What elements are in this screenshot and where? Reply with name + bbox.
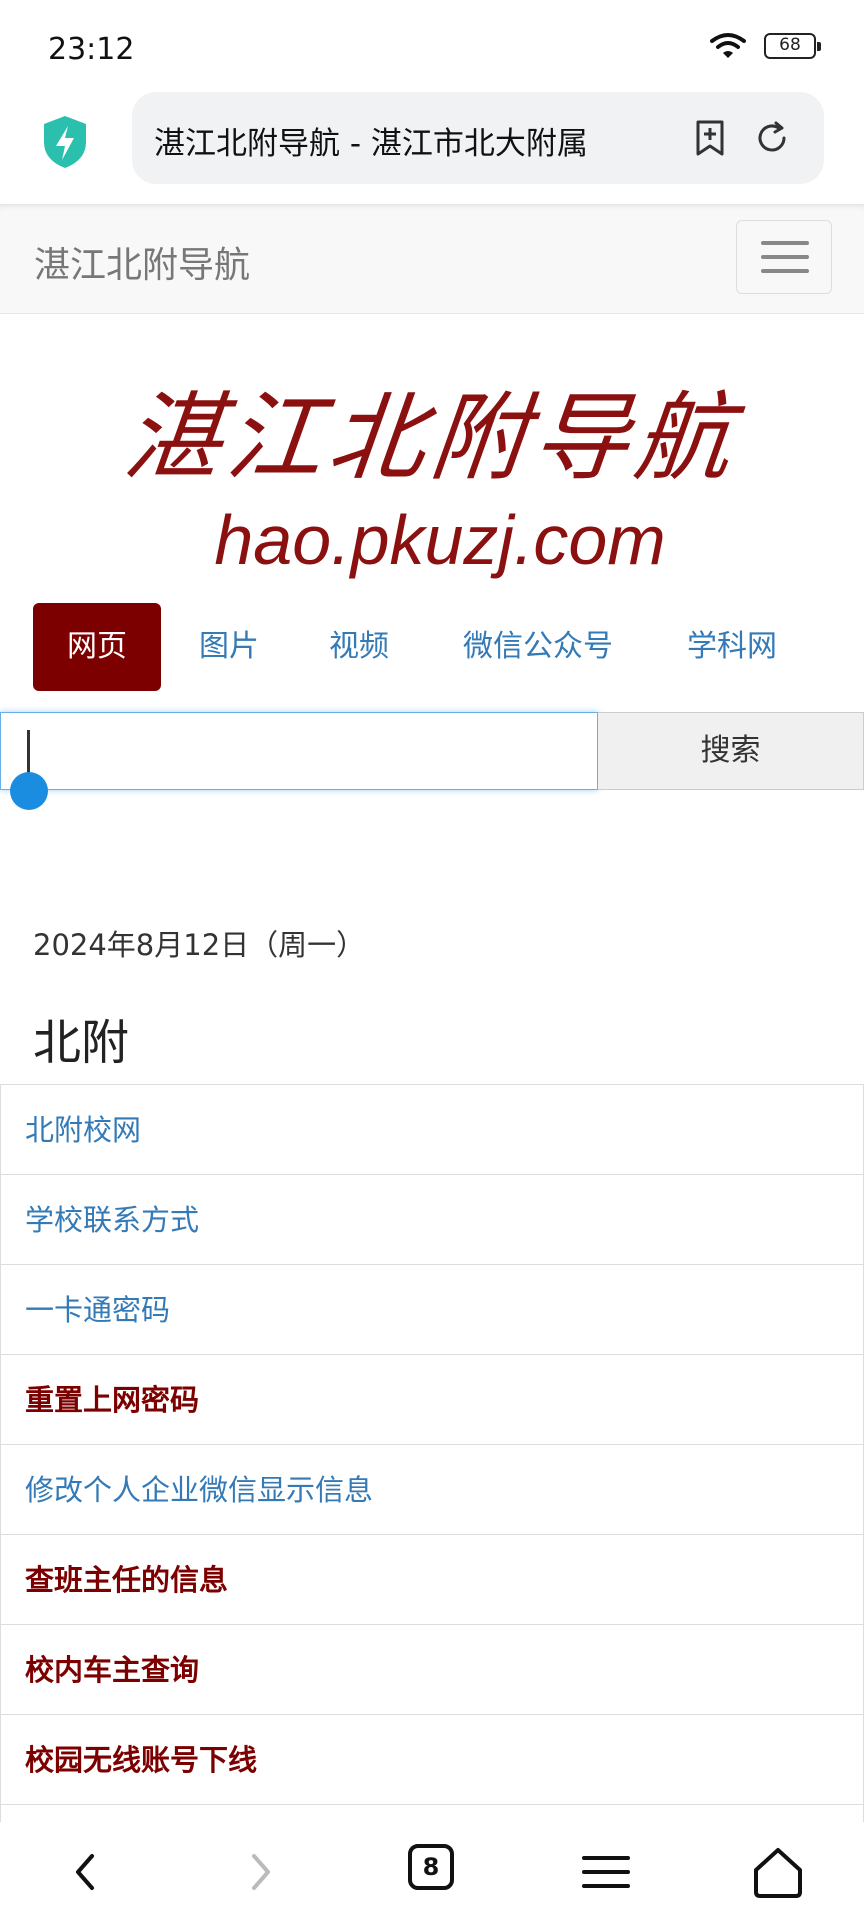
wifi-icon	[710, 32, 746, 60]
tabs-count-button[interactable]: 8	[408, 1844, 454, 1890]
tab-images[interactable]: 图片	[199, 603, 259, 691]
link-wifi-logout[interactable]: 校园无线账号下线	[0, 1715, 864, 1805]
tab-wechat-accounts[interactable]: 微信公众号	[463, 603, 613, 691]
link-school-website[interactable]: 北附校网	[0, 1085, 864, 1175]
address-bar[interactable]: 湛江北附导航 - 湛江市北大附属	[132, 92, 824, 184]
home-icon[interactable]	[748, 1842, 808, 1902]
reload-icon[interactable]	[752, 118, 792, 158]
link-edit-wechat-info[interactable]: 修改个人企业微信显示信息	[0, 1445, 864, 1535]
link-head-teacher-info[interactable]: 查班主任的信息	[0, 1535, 864, 1625]
tab-videos[interactable]: 视频	[329, 603, 389, 691]
link-car-owner-lookup[interactable]: 校内车主查询	[0, 1625, 864, 1715]
menu-icon[interactable]	[576, 1842, 636, 1902]
shield-icon[interactable]	[40, 114, 90, 170]
link-list: 北附校网 学校联系方式 一卡通密码 重置上网密码 修改个人企业微信显示信息 查班…	[0, 1084, 864, 1895]
forward-icon[interactable]	[230, 1842, 290, 1902]
menu-toggle-button[interactable]	[736, 220, 832, 294]
status-bar: 23:12 68	[0, 0, 864, 92]
text-cursor-handle[interactable]	[10, 772, 48, 810]
search-button[interactable]: 搜索	[598, 712, 864, 790]
browser-bottom-nav: 8	[0, 1822, 864, 1920]
date-text: 2024年8月12日（周一）	[33, 928, 366, 962]
tab-web[interactable]: 网页	[33, 603, 161, 691]
link-card-password[interactable]: 一卡通密码	[0, 1265, 864, 1355]
browser-toolbar: 湛江北附导航 - 湛江市北大附属	[0, 92, 864, 204]
hamburger-icon-line	[761, 269, 809, 273]
search-input[interactable]	[0, 712, 598, 790]
site-logo-title: 湛江北附导航	[119, 382, 743, 494]
tab-subject-site[interactable]: 学科网	[687, 603, 777, 691]
link-reset-network-password[interactable]: 重置上网密码	[0, 1355, 864, 1445]
site-brand[interactable]: 湛江北附导航	[34, 236, 250, 288]
bookmark-add-icon[interactable]	[690, 118, 730, 158]
site-navbar: 湛江北附导航	[0, 204, 864, 314]
status-time: 23:12	[48, 32, 135, 67]
hamburger-icon-line	[761, 255, 809, 259]
back-icon[interactable]	[56, 1842, 116, 1902]
text-caret	[27, 730, 30, 776]
page-title-url[interactable]: 湛江北附导航 - 湛江市北大附属	[154, 118, 674, 163]
battery-indicator: 68	[764, 33, 821, 59]
site-logo-url: hao.pkuzj.com	[214, 501, 666, 579]
section-title: 北附	[33, 1015, 130, 1071]
hamburger-icon	[761, 241, 809, 245]
link-school-contact[interactable]: 学校联系方式	[0, 1175, 864, 1265]
status-icons: 68	[710, 32, 821, 60]
